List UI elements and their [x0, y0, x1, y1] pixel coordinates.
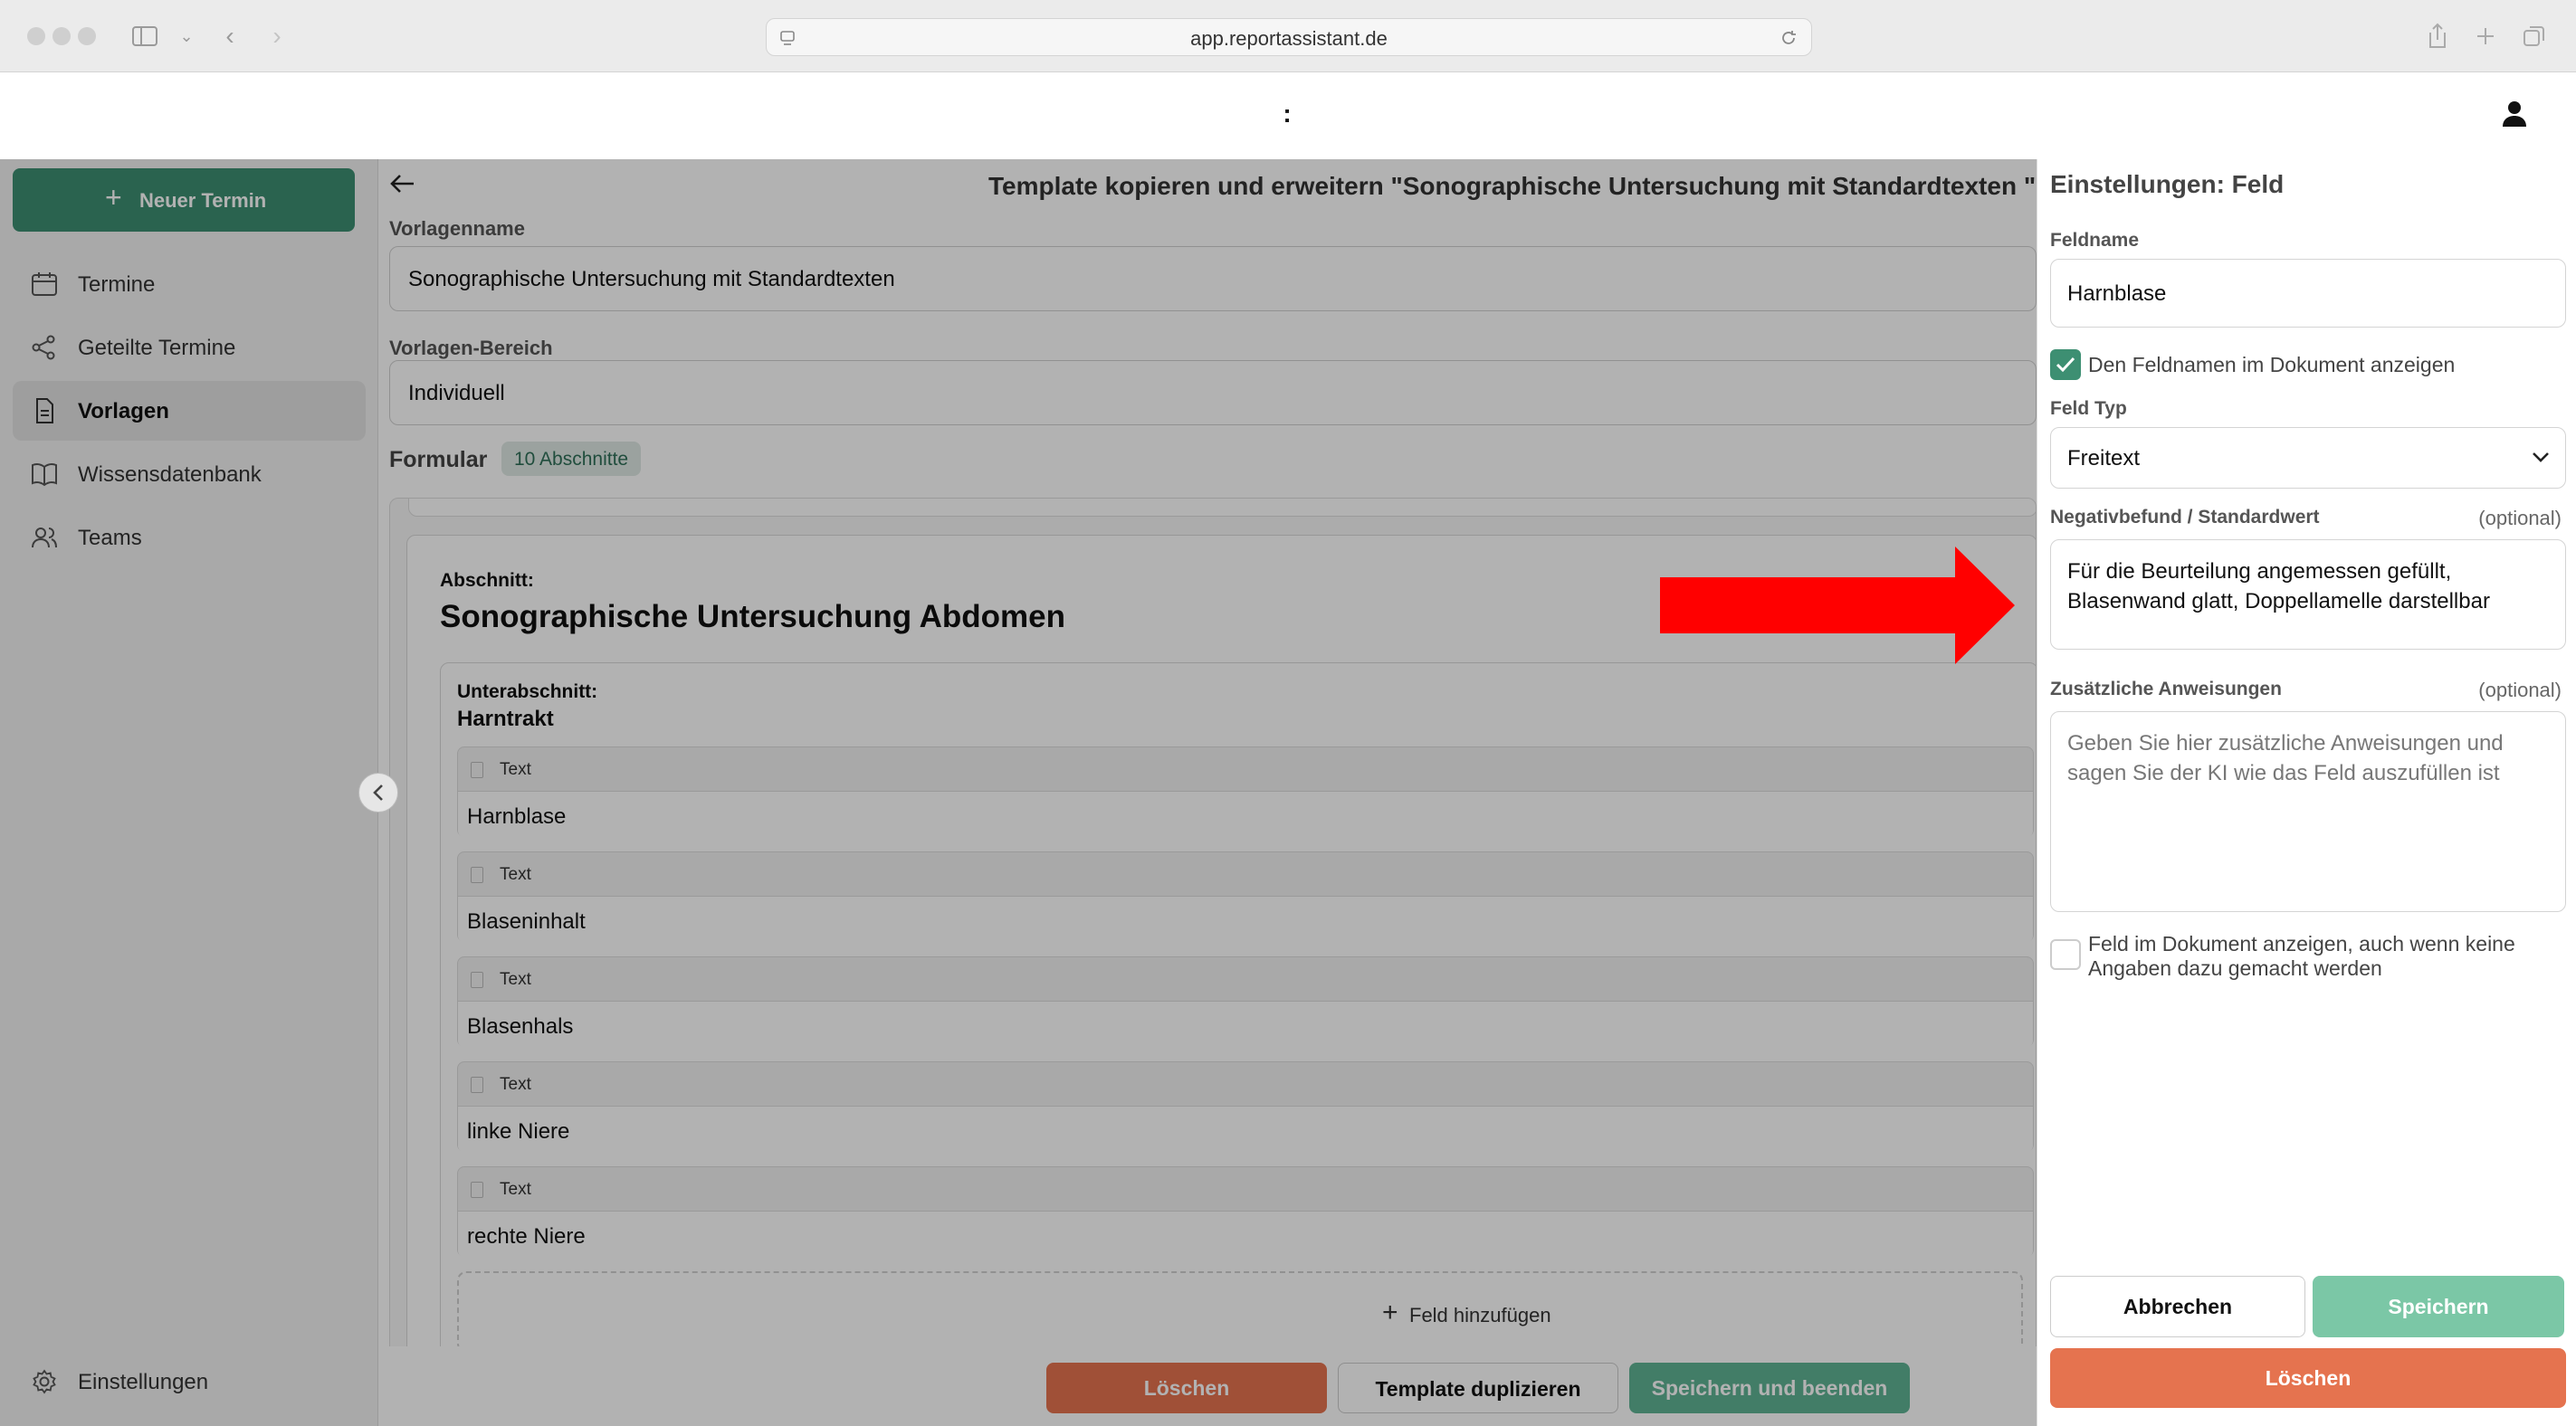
header-menu-glyph[interactable]: : — [1278, 100, 1296, 128]
forward-icon[interactable]: › — [261, 18, 293, 54]
tab-overview-icon[interactable] — [2522, 24, 2547, 49]
show-field-name-label: Den Feldnamen im Dokument anzeigen — [2088, 353, 2456, 376]
show-field-name-checkbox[interactable] — [2050, 349, 2081, 380]
field-type-select[interactable]: Freitext — [2050, 427, 2566, 489]
annotation-arrow-icon — [1660, 547, 2015, 664]
back-icon[interactable]: ‹ — [214, 18, 246, 54]
app-header: : — [0, 72, 2576, 159]
sidebar-toggle-icon[interactable] — [129, 18, 161, 54]
browser-chrome: ⌄ ‹ › app.reportassistant.de — [0, 0, 2576, 72]
field-name-input[interactable]: Harnblase — [2050, 259, 2566, 328]
minimize-window-button[interactable] — [52, 27, 71, 45]
instructions-label: Zusätzliche Anweisungen — [2050, 679, 2282, 699]
reload-icon[interactable] — [1779, 28, 1798, 48]
default-value-text: Für die Beurteilung angemessen gefüllt, … — [2067, 559, 2490, 613]
chevron-down-icon — [2533, 452, 2549, 462]
field-type-label: Feld Typ — [2050, 398, 2127, 419]
field-type-value: Freitext — [2067, 446, 2141, 471]
url-text: app.reportassistant.de — [1190, 27, 1388, 50]
default-value-textarea[interactable]: Für die Beurteilung angemessen gefüllt, … — [2050, 539, 2566, 650]
field-settings-panel: Einstellungen: Feld Feldname Harnblase D… — [2037, 159, 2576, 1426]
modal-overlay[interactable] — [0, 159, 2037, 1426]
address-bar[interactable]: app.reportassistant.de — [766, 18, 1812, 56]
chevron-left-icon — [373, 784, 383, 801]
new-tab-icon[interactable] — [2475, 25, 2496, 47]
chevron-down-icon[interactable]: ⌄ — [170, 18, 203, 54]
show-always-checkbox[interactable] — [2050, 939, 2081, 970]
share-page-icon[interactable] — [2426, 22, 2449, 51]
save-button[interactable]: Speichern — [2313, 1276, 2564, 1337]
show-always-label: Feld im Dokument anzeigen, auch wenn kei… — [2088, 932, 2515, 980]
default-value-optional: (optional) — [2478, 507, 2562, 529]
instructions-optional: (optional) — [2478, 679, 2562, 701]
field-name-value: Harnblase — [2067, 281, 2167, 306]
default-value-label: Negativbefund / Standardwert — [2050, 507, 2320, 528]
sidebar-collapse-button[interactable] — [358, 773, 398, 813]
field-name-label: Feldname — [2050, 230, 2140, 251]
close-window-button[interactable] — [27, 27, 45, 45]
panel-title: Einstellungen: Feld — [2050, 170, 2285, 198]
instructions-placeholder: Geben Sie hier zusätzliche Anweisungen u… — [2067, 731, 2504, 785]
checkmark-icon — [2056, 356, 2075, 373]
zoom-window-button[interactable] — [78, 27, 96, 45]
delete-field-button[interactable]: Löschen — [2050, 1348, 2566, 1408]
instructions-textarea[interactable]: Geben Sie hier zusätzliche Anweisungen u… — [2050, 711, 2566, 912]
user-account-icon[interactable] — [2498, 98, 2531, 130]
cancel-button[interactable]: Abbrechen — [2050, 1276, 2305, 1337]
